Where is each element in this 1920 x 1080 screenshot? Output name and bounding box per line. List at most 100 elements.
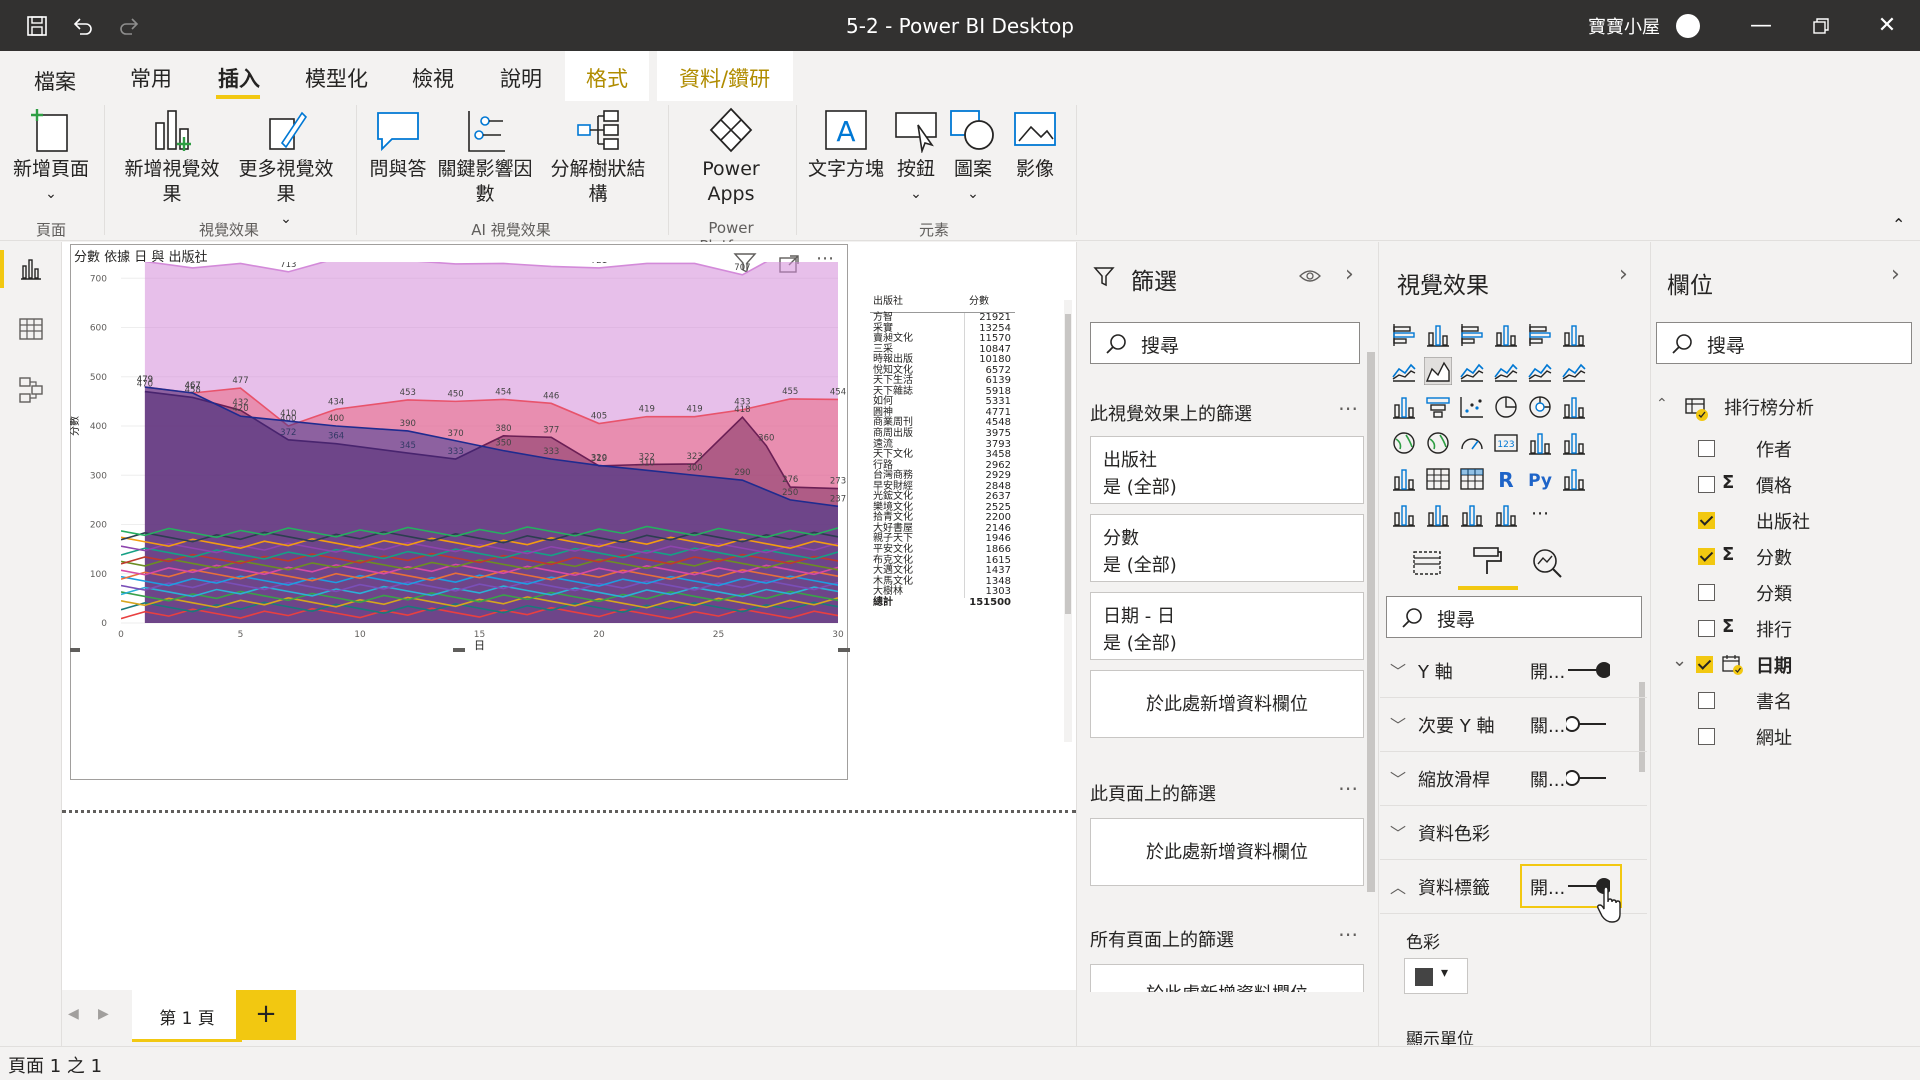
toggle-switch[interactable] [1566,716,1610,732]
fields-well-tab-icon[interactable] [1411,546,1443,578]
map-visual-icon[interactable] [1390,429,1420,459]
tab-file[interactable]: 檔案 [34,66,76,96]
filter-card-score[interactable]: 分數是 (全部) [1090,514,1364,582]
smart-narrative-visual-icon[interactable] [1458,501,1488,531]
stacked-bar-visual-icon[interactable] [1390,321,1420,351]
format-section-1[interactable]: ﹀ 次要 Y 軸 關... [1380,698,1647,752]
format-search-input[interactable]: 搜尋 [1386,596,1642,638]
page-tab-1[interactable]: 第 1 頁 [132,990,242,1042]
qa-visual-icon[interactable] [1424,501,1454,531]
image-button[interactable]: 影像 [1008,107,1062,182]
gauge-visual-icon[interactable] [1458,429,1488,459]
date-hierarchy-chevron-icon[interactable]: ⌄ [1672,650,1687,671]
line-column-visual-icon[interactable] [1492,357,1522,387]
all-pages-filters-more-icon[interactable]: ⋯ [1338,922,1358,946]
minimize-icon[interactable]: — [1738,0,1784,51]
field-checkbox[interactable] [1696,656,1713,673]
r-visual-visual-icon[interactable]: R [1492,465,1522,495]
close-icon[interactable]: ✕ [1864,0,1910,51]
field-name[interactable]: 出版社 [1756,508,1810,534]
color-picker[interactable]: ▾ [1404,958,1468,994]
power-apps-visual-icon[interactable] [1492,501,1522,531]
field-name[interactable]: 網址 [1756,724,1792,750]
field-checkbox[interactable] [1698,584,1715,601]
fields-search-input[interactable]: 搜尋 [1656,322,1912,364]
scatter-visual-icon[interactable] [1458,393,1488,423]
all-pages-add-field-dropzone[interactable]: 於此處新增資料欄位 [1090,964,1364,992]
pie-visual-icon[interactable] [1492,393,1522,423]
100-column-visual-icon[interactable] [1560,321,1590,351]
table-visual-icon[interactable] [1424,465,1454,495]
page-filters-more-icon[interactable]: ⋯ [1338,776,1358,800]
key-influencers-button[interactable]: 關鍵影響因數 [430,107,540,207]
avatar[interactable] [1676,14,1700,38]
report-view-icon[interactable] [18,256,44,282]
waterfall-visual-icon[interactable] [1390,393,1420,423]
model-view-icon[interactable] [18,376,44,404]
key-influencers-visual-icon[interactable] [1560,465,1590,495]
slicer-visual-icon[interactable] [1390,465,1420,495]
field-checkbox[interactable] [1698,728,1715,745]
treemap-visual-icon[interactable] [1560,393,1590,423]
100-bar-visual-icon[interactable] [1526,321,1556,351]
area-visual-icon[interactable] [1423,356,1454,387]
more-visuals-button[interactable]: 更多視覺效果 ⌄ [230,107,342,232]
shapes-button[interactable]: 圖案 ⌄ [948,107,998,207]
field-checkbox[interactable] [1698,512,1715,529]
format-section-2[interactable]: ﹀ 縮放滑桿 關... [1380,752,1647,806]
analytics-magnifier-icon[interactable] [1530,546,1564,580]
clustered-column-visual-icon[interactable] [1492,321,1522,351]
chevron-down-icon[interactable]: ﹀ [1390,658,1406,682]
field-name[interactable]: 日期 [1756,652,1792,678]
python-visual-visual-icon[interactable]: Py [1526,465,1556,495]
format-paint-roller-icon[interactable] [1470,544,1504,578]
format-section-3[interactable]: ﹀ 資料色彩 [1380,806,1647,860]
filters-scrollbar[interactable] [1367,352,1375,892]
eye-icon[interactable] [1299,268,1321,284]
line-clustered-visual-icon[interactable] [1526,357,1556,387]
multi-row-card-visual-icon[interactable] [1526,429,1556,459]
field-name[interactable]: 書名 [1756,688,1792,714]
power-apps-button[interactable]: Power Apps [676,107,786,207]
tab-view[interactable]: 檢視 [412,63,454,93]
line-visual-icon[interactable] [1390,357,1420,387]
kpi-visual-icon[interactable] [1560,429,1590,459]
chevron-down-icon[interactable]: ﹀ [1390,712,1406,736]
collapse-fields-icon[interactable]: › [1891,262,1900,287]
field-checkbox[interactable] [1698,440,1715,457]
tab-format[interactable]: 格式 [586,63,628,93]
tab-help[interactable]: 說明 [500,63,542,93]
tab-insert[interactable]: 插入 [218,63,260,93]
field-name[interactable]: 分類 [1756,580,1792,606]
chevron-down-icon[interactable]: ﹀ [1390,820,1406,844]
chevron-down-icon[interactable]: ﹀ [1390,766,1406,790]
filled-map-visual-icon[interactable] [1424,429,1454,459]
chevron-up-icon[interactable]: ︿ [1390,874,1406,898]
qa-button[interactable]: 問與答 [366,107,430,182]
funnel-visual-icon[interactable] [1424,393,1454,423]
new-visual-button[interactable]: 新增視覺效果 [116,107,228,207]
prev-page-icon[interactable]: ◀ [68,1006,79,1022]
collapse-filters-icon[interactable]: › [1345,262,1354,287]
text-box-button[interactable]: A 文字方塊 [806,107,886,182]
table-name[interactable]: 排行榜分析 [1724,394,1814,420]
field-name[interactable]: 價格 [1756,472,1792,498]
next-page-icon[interactable]: ▶ [98,1006,109,1022]
stacked-area-visual-icon[interactable] [1458,357,1488,387]
clustered-bar-visual-icon[interactable] [1458,321,1488,351]
decomposition-tree-visual-icon[interactable] [1390,501,1420,531]
donut-visual-icon[interactable] [1526,393,1556,423]
toggle-switch[interactable] [1566,662,1610,678]
decomp-tree-button[interactable]: 分解樹狀結構 [542,107,654,207]
visual-add-field-dropzone[interactable]: 於此處新增資料欄位 [1090,670,1364,738]
tab-home[interactable]: 常用 [130,63,172,93]
collapse-visualizations-icon[interactable]: › [1619,262,1628,287]
filter-card-date-day[interactable]: 日期 - 日是 (全部) [1090,592,1364,660]
field-checkbox[interactable] [1698,692,1715,709]
filter-card-publisher[interactable]: 出版社是 (全部) [1090,436,1364,504]
toggle-switch[interactable] [1566,770,1610,786]
page-add-field-dropzone[interactable]: 於此處新增資料欄位 [1090,818,1364,886]
filters-search-input[interactable]: 搜尋 [1090,322,1360,364]
card-visual-icon[interactable]: 123 [1492,429,1522,459]
table-collapse-chevron-icon[interactable]: ⌃ [1656,396,1668,412]
